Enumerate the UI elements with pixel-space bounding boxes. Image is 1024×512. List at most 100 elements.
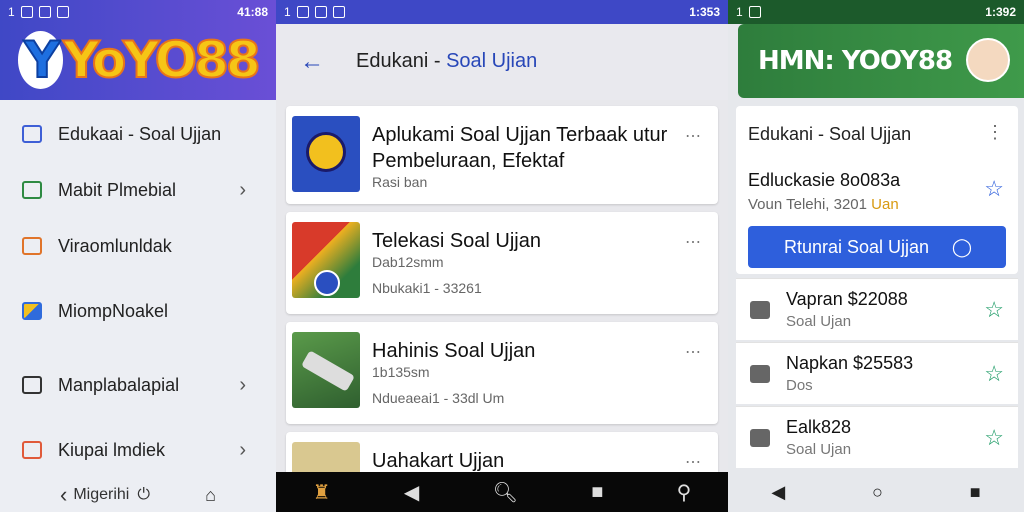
menu-item-5[interactable]: Manplabalapial ›	[0, 348, 276, 422]
power-icon[interactable]: ⏻	[137, 486, 150, 504]
card-title: Uahakart Ujjan	[372, 450, 505, 472]
notification-icon	[332, 6, 345, 18]
search-icon[interactable]: 🔍︎	[493, 480, 518, 505]
back-chevron-icon[interactable]: ‹	[60, 482, 67, 508]
menu-label: Kiupai lmdiek	[58, 439, 166, 460]
list-item[interactable]: Ealk828 Soal Ujan ☆	[736, 406, 1018, 468]
menu-label: Manplabalapial	[58, 374, 180, 395]
drawer-panel: 1 41:88 Y YoYO88 Edukaai - Soal Ujjan Mab…	[0, 0, 276, 512]
avatar[interactable]	[966, 38, 1010, 82]
detail-title: Edluckasie 8o083a	[748, 170, 901, 190]
notification-icon	[38, 6, 51, 18]
status-left: 1	[736, 5, 743, 19]
card-icon	[22, 125, 42, 143]
lock-icon[interactable]: ⚲	[677, 480, 692, 505]
list-item[interactable]: Napkan $25583 Dos ☆	[736, 342, 1018, 404]
app-logo: Y YoYO88	[18, 31, 262, 89]
card-thumbnail	[292, 116, 360, 192]
system-nav-bar: ◀ ○ ■	[728, 472, 1024, 512]
row-title: Napkan $25583	[786, 353, 914, 373]
card-meta: Nbukaki1 - 33261	[372, 280, 482, 296]
chevron-right-icon: ›	[239, 373, 246, 396]
anchor-icon	[314, 270, 340, 296]
banner-right: YOOY88	[841, 46, 953, 76]
back-icon[interactable]: ◀	[404, 480, 419, 505]
menu-item-1[interactable]: Edukaai - Soal Ujjan	[0, 106, 276, 162]
card-title: Aplukami Soal Ujjan Terbaak utur Pembelur…	[372, 122, 667, 174]
row-sub: Soal Ujan	[786, 313, 852, 330]
menu-label: Viraomlunldak	[58, 235, 172, 256]
row-sub: Dos	[786, 377, 813, 394]
drawer-footer: ‹ Migerihi ⏻ ⌂	[0, 478, 276, 512]
status-bar: 1 1:353	[276, 0, 728, 24]
back-icon[interactable]: ◀	[771, 482, 785, 503]
status-left: 1	[284, 5, 291, 19]
banner-title: HMN: YOOY88	[758, 46, 953, 76]
recents-icon[interactable]: ■	[970, 482, 981, 503]
status-bar: 1 41:88	[0, 0, 276, 24]
card-sub: Rasi ban	[372, 174, 428, 190]
card-thumbnail	[292, 222, 360, 298]
menu-item-4[interactable]: MiompNoakel	[0, 274, 276, 348]
chat-icon: ◯	[951, 236, 972, 257]
home-icon[interactable]: ⌂	[205, 485, 216, 506]
list-card[interactable]: Telekasi Soal Ujjan Dab12smm Nbukaki1 - …	[286, 212, 718, 314]
more-icon[interactable]: ⋯	[685, 342, 702, 362]
row-title: Ealk828	[786, 417, 852, 437]
menu-item-6[interactable]: Kiupai lmdiek ›	[0, 422, 276, 478]
thumbs-up-icon	[750, 301, 770, 319]
star-icon[interactable]: ☆	[984, 176, 1004, 202]
app-banner: HMN: YOOY88	[738, 24, 1024, 98]
lock-icon	[750, 429, 770, 447]
primary-button[interactable]: Rtunrai Soal Ujjan ◯	[748, 226, 1006, 268]
list-item[interactable]: Vapran $22088 Soal Ujan ☆	[736, 278, 1018, 340]
kebab-menu-icon[interactable]: ⋮	[986, 122, 1004, 143]
list-icon	[22, 441, 42, 459]
notification-icon	[20, 6, 33, 18]
page-title: Edukani - Soal Ujian	[356, 50, 538, 72]
title-sub: Soal Ujian	[446, 50, 538, 72]
menu-item-3[interactable]: Viraomlunldak	[0, 218, 276, 274]
card-thumbnail	[292, 332, 360, 408]
notification-icon	[748, 6, 761, 18]
notification-icon	[296, 6, 309, 18]
card-title-line2: Pembeluraan, Efektaf	[372, 150, 565, 172]
pencil-icon	[22, 302, 42, 320]
detail-highlight: Uan	[871, 196, 899, 213]
card-title-line1: Aplukami Soal Ujjan Terbaak utur	[372, 124, 668, 146]
detail-panel: 1 1:392 HMN: YOOY88 Edukani - Soal Ujjan…	[728, 0, 1024, 512]
status-time: 41:88	[237, 5, 268, 19]
star-icon[interactable]: ☆	[984, 297, 1004, 323]
app-dock-icon[interactable]: ♜	[313, 480, 331, 505]
list-card[interactable]: Aplukami Soal Ujjan Terbaak utur Pembelur…	[286, 106, 718, 204]
button-label: Rtunrai Soal Ujjan	[784, 236, 930, 257]
window-icon	[22, 376, 42, 394]
status-time: 1:353	[689, 5, 720, 19]
card-meta: Ndueaeai1 - 33dl Um	[372, 390, 505, 406]
list-panel: 1 1:353 ← Edukani - Soal Ujian Aplukami …	[276, 0, 728, 512]
back-arrow-icon[interactable]: ←	[300, 48, 324, 76]
chevron-right-icon: ›	[239, 438, 246, 461]
list-card[interactable]: Hahinis Soal Ujjan 1b135sm Ndueaeai1 - 3…	[286, 322, 718, 424]
recents-icon[interactable]: ■	[591, 481, 603, 504]
folder-icon	[22, 237, 42, 255]
sun-icon	[306, 132, 346, 172]
card-sub: 1b135sm	[372, 364, 430, 380]
more-icon[interactable]: ⋯	[685, 452, 702, 472]
thumbs-up-icon	[750, 365, 770, 383]
card-title: Hahinis Soal Ujjan	[372, 340, 536, 362]
home-icon[interactable]: ○	[872, 482, 883, 503]
more-icon[interactable]: ⋯	[685, 126, 702, 146]
menu-label: MiompNoakel	[58, 300, 169, 321]
menu-item-2[interactable]: Mabit Plmebial ›	[0, 162, 276, 218]
star-icon[interactable]: ☆	[984, 361, 1004, 387]
star-icon[interactable]: ☆	[984, 425, 1004, 451]
more-icon[interactable]: ⋯	[685, 232, 702, 252]
system-nav-bar: ♜ ◀ 🔍︎ ■ ⚲	[276, 472, 728, 512]
card-title: Edukani - Soal Ujjan	[748, 124, 912, 144]
drawer-header: 1 41:88 Y YoYO88	[0, 0, 276, 100]
row-sub: Soal Ujan	[786, 441, 852, 458]
book-icon	[22, 181, 42, 199]
notification-icon	[56, 6, 69, 18]
detail-card: Edukani - Soal Ujjan ⋮ Edluckasie 8o083a…	[736, 106, 1018, 274]
